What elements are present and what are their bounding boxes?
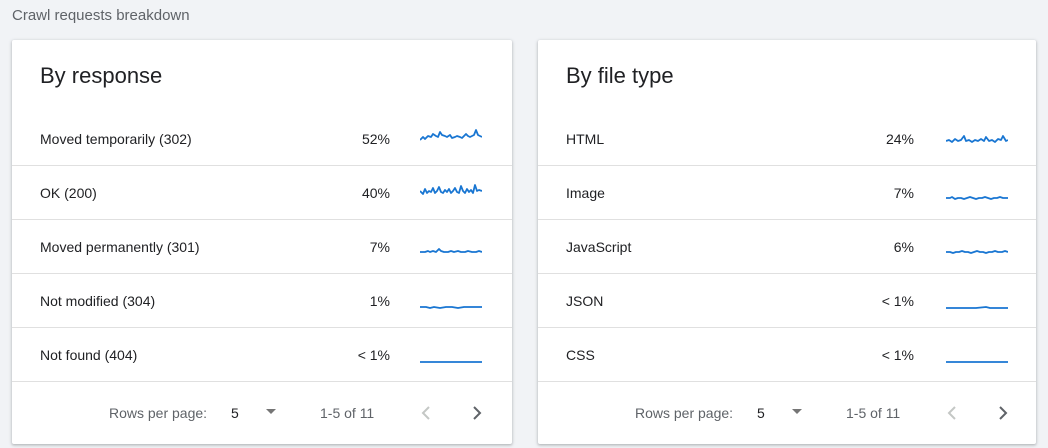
pagination-footer: Rows per page: 5 1-5 of 11 — [538, 382, 1036, 444]
rows-per-page-label: Rows per page: — [635, 405, 734, 421]
row-label: JavaScript — [566, 239, 632, 255]
arrow-drop-down-icon[interactable] — [792, 409, 802, 414]
row-percentage: 7% — [893, 185, 914, 201]
table-row[interactable]: JSON < 1% — [538, 274, 1036, 328]
chevron-right-icon[interactable] — [992, 403, 1012, 423]
sparkline — [420, 129, 482, 141]
table-row[interactable]: JavaScript 6% — [538, 220, 1036, 274]
row-percentage: < 1% — [881, 347, 914, 363]
row-label: JSON — [566, 293, 604, 309]
section-title: Crawl requests breakdown — [12, 7, 190, 24]
row-percentage: < 1% — [881, 293, 914, 309]
row-label: HTML — [566, 131, 605, 147]
row-label: Image — [566, 185, 605, 201]
sparkline — [946, 196, 1008, 200]
chevron-left-icon[interactable] — [943, 403, 963, 423]
rows-per-page-select[interactable]: 5 — [231, 382, 239, 444]
row-percentage: 40% — [361, 185, 390, 201]
row-percentage: 6% — [893, 239, 914, 255]
sparkline — [946, 361, 1008, 363]
rows-per-page-select[interactable]: 5 — [757, 382, 765, 444]
sparkline — [946, 250, 1008, 254]
response-table: Moved temporarily (302) 52% OK (200) 40%… — [12, 112, 512, 382]
table-row[interactable]: Moved temporarily (302) 52% — [12, 112, 512, 166]
by-response-card: By response Moved temporarily (302) 52% … — [12, 40, 512, 444]
pagination-range: 1-5 of 11 — [320, 405, 375, 421]
table-row[interactable]: CSS < 1% — [538, 328, 1036, 382]
table-row[interactable]: Not found (404) < 1% — [12, 328, 512, 382]
row-label: Not modified (304) — [40, 293, 156, 309]
row-percentage: 52% — [361, 131, 390, 147]
sparkline-path — [420, 129, 482, 141]
chevron-left-icon[interactable] — [417, 403, 437, 423]
table-row[interactable]: Image 7% — [538, 166, 1036, 220]
rows-per-page-label: Rows per page: — [109, 405, 208, 421]
table-row[interactable]: HTML 24% — [538, 112, 1036, 166]
row-label: CSS — [566, 347, 595, 363]
table-row[interactable]: Not modified (304) 1% — [12, 274, 512, 328]
pagination-footer: Rows per page: 5 1-5 of 11 — [12, 382, 512, 444]
card-title: By response — [40, 63, 163, 88]
sparkline — [946, 306, 1008, 309]
table-row[interactable]: Moved permanently (301) 7% — [12, 220, 512, 274]
row-percentage: < 1% — [357, 347, 390, 363]
sparkline-path — [420, 306, 482, 309]
row-label: Moved permanently (301) — [40, 239, 200, 255]
sparkline-path — [420, 248, 482, 253]
sparkline — [420, 306, 482, 309]
sparkline-path — [946, 196, 1008, 200]
sparkline-path — [420, 184, 482, 195]
sparkline — [946, 135, 1008, 143]
chevron-right-icon[interactable] — [466, 403, 486, 423]
sparkline — [420, 184, 482, 195]
arrow-drop-down-icon[interactable] — [266, 409, 276, 414]
sparkline-path — [946, 306, 1008, 309]
sparkline — [420, 248, 482, 253]
row-percentage: 24% — [885, 131, 914, 147]
sparkline-path — [946, 135, 1008, 143]
row-percentage: 1% — [369, 293, 390, 309]
card-title: By file type — [566, 63, 674, 88]
table-row[interactable]: OK (200) 40% — [12, 166, 512, 220]
row-label: OK (200) — [40, 185, 97, 201]
file-type-table: HTML 24% Image 7% JavaScript 6% JSON < 1… — [538, 112, 1036, 382]
by-file-type-card: By file type HTML 24% Image 7% JavaScrip… — [538, 40, 1036, 444]
row-label: Moved temporarily (302) — [40, 131, 192, 147]
pagination-range: 1-5 of 11 — [846, 405, 901, 421]
sparkline-path — [946, 250, 1008, 254]
sparkline — [420, 361, 482, 363]
row-label: Not found (404) — [40, 347, 138, 363]
row-percentage: 7% — [369, 239, 390, 255]
